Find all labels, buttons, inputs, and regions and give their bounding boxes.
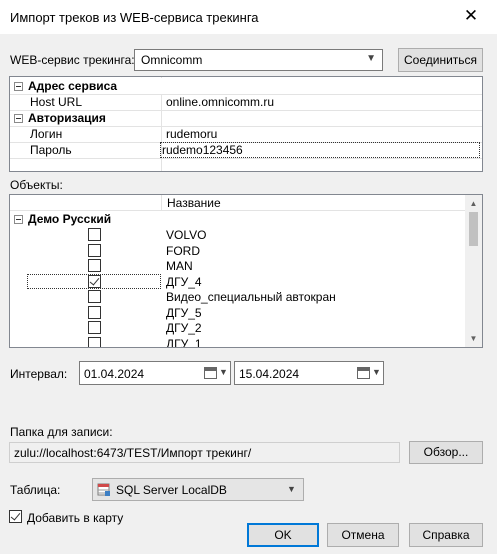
column-header-name[interactable]: Название <box>167 196 221 210</box>
object-name: MAN <box>166 259 193 273</box>
object-checkbox[interactable] <box>88 244 101 257</box>
group-row-auth[interactable]: Авторизация <box>10 110 480 126</box>
date-to-picker[interactable]: 15.04.2024 ▼ <box>234 361 384 385</box>
objects-scrollbar[interactable]: ▲ ▼ <box>465 195 482 347</box>
chevron-down-icon: ▼ <box>366 53 376 64</box>
prop-key: Пароль <box>30 143 72 157</box>
object-row[interactable]: ДГУ_5 <box>10 305 466 321</box>
scroll-down-icon[interactable]: ▼ <box>465 330 482 347</box>
collapse-icon[interactable] <box>14 114 23 123</box>
date-from-value: 01.04.2024 <box>84 367 145 381</box>
password-input[interactable]: rudemo123456 <box>160 142 480 158</box>
chevron-down-icon[interactable]: ▼ <box>372 367 381 377</box>
date-to-value: 15.04.2024 <box>239 367 300 381</box>
object-checkbox[interactable] <box>88 321 101 334</box>
header-divider <box>161 195 162 211</box>
object-name: VOLVO <box>166 228 207 242</box>
object-row[interactable]: ДГУ_2 <box>10 320 466 336</box>
prop-row-password[interactable]: Пароль rudemo123456 <box>10 142 480 158</box>
date-from-picker[interactable]: 01.04.2024 ▼ <box>79 361 231 385</box>
object-name: Видео_специальный автокран <box>166 290 336 304</box>
object-checkbox[interactable] <box>88 259 101 272</box>
cancel-button[interactable]: Отмена <box>327 523 399 547</box>
prop-key: Host URL <box>30 95 83 109</box>
object-checkbox[interactable] <box>88 337 101 347</box>
connect-button[interactable]: Соединиться <box>398 48 483 72</box>
object-row[interactable]: ДГУ_4 <box>10 274 466 290</box>
object-name: FORD <box>166 244 200 258</box>
service-properties-grid: Адрес сервиса Host URL online.omnicomm.r… <box>9 76 483 172</box>
object-name: ДГУ_4 <box>166 275 202 289</box>
add-to-map-label[interactable]: Добавить в карту <box>27 511 123 525</box>
prop-row-host[interactable]: Host URL online.omnicomm.ru <box>10 94 480 110</box>
interval-label: Интервал: <box>10 367 68 381</box>
object-checkbox[interactable] <box>88 306 101 319</box>
objects-header: Название <box>10 195 466 211</box>
table-select[interactable]: SQL Server LocalDB ▼ <box>92 478 304 501</box>
chevron-down-icon[interactable]: ▼ <box>219 367 228 377</box>
object-checkbox[interactable] <box>88 290 101 303</box>
folder-path-value: zulu://localhost:6473/TEST/Импорт трекин… <box>14 446 252 460</box>
database-icon <box>97 483 110 496</box>
checkbox-box[interactable] <box>9 510 22 523</box>
group-label: Авторизация <box>28 111 106 125</box>
folder-label: Папка для записи: <box>10 425 113 439</box>
object-name: ДГУ_1 <box>166 337 202 348</box>
object-row[interactable]: MAN <box>10 258 466 274</box>
calendar-icon[interactable] <box>204 367 217 379</box>
table-label: Таблица: <box>10 483 61 497</box>
object-row[interactable]: ДГУ_1 <box>10 336 466 348</box>
collapse-icon[interactable] <box>14 215 23 224</box>
prop-value: rudemoru <box>166 127 218 141</box>
service-label: WEB-сервис трекинга: <box>10 53 135 67</box>
ok-button[interactable]: OK <box>247 523 319 547</box>
prop-key: Логин <box>30 127 63 141</box>
tree-group-row[interactable]: Демо Русский <box>10 211 466 227</box>
object-row[interactable]: FORD <box>10 243 466 259</box>
scroll-up-icon[interactable]: ▲ <box>465 195 482 212</box>
window-title: Импорт треков из WEB-сервиса трекинга <box>10 10 259 25</box>
table-select-value: SQL Server LocalDB <box>116 483 227 497</box>
scroll-thumb[interactable] <box>469 212 478 246</box>
prop-value: online.omnicomm.ru <box>166 95 275 109</box>
chevron-down-icon: ▼ <box>287 484 296 494</box>
folder-path-field[interactable]: zulu://localhost:6473/TEST/Импорт трекин… <box>9 442 400 463</box>
browse-button[interactable]: Обзор... <box>409 441 483 464</box>
group-label: Демо Русский <box>28 212 112 226</box>
collapse-icon[interactable] <box>14 82 23 91</box>
service-select-value: Omnicomm <box>141 53 203 67</box>
object-name: ДГУ_5 <box>166 306 202 320</box>
object-checkbox[interactable] <box>88 275 101 288</box>
help-button[interactable]: Справка <box>409 523 483 547</box>
objects-tree: Название Демо Русский VOLVO FORD MAN ДГУ_4 В… <box>9 194 483 348</box>
row-divider <box>10 158 482 159</box>
objects-label: Объекты: <box>10 178 63 192</box>
add-to-map-checkbox[interactable] <box>9 510 23 524</box>
object-checkbox[interactable] <box>88 228 101 241</box>
service-select[interactable]: Omnicomm ▼ <box>134 49 383 71</box>
calendar-icon[interactable] <box>357 367 370 379</box>
object-name: ДГУ_2 <box>166 321 202 335</box>
close-icon[interactable]: ✕ <box>456 4 486 28</box>
object-row[interactable]: Видео_специальный автокран <box>10 289 466 305</box>
object-row[interactable]: VOLVO <box>10 227 466 243</box>
group-row-address[interactable]: Адрес сервиса <box>10 78 480 94</box>
prop-row-login[interactable]: Логин rudemoru <box>10 126 480 142</box>
group-label: Адрес сервиса <box>28 79 118 93</box>
